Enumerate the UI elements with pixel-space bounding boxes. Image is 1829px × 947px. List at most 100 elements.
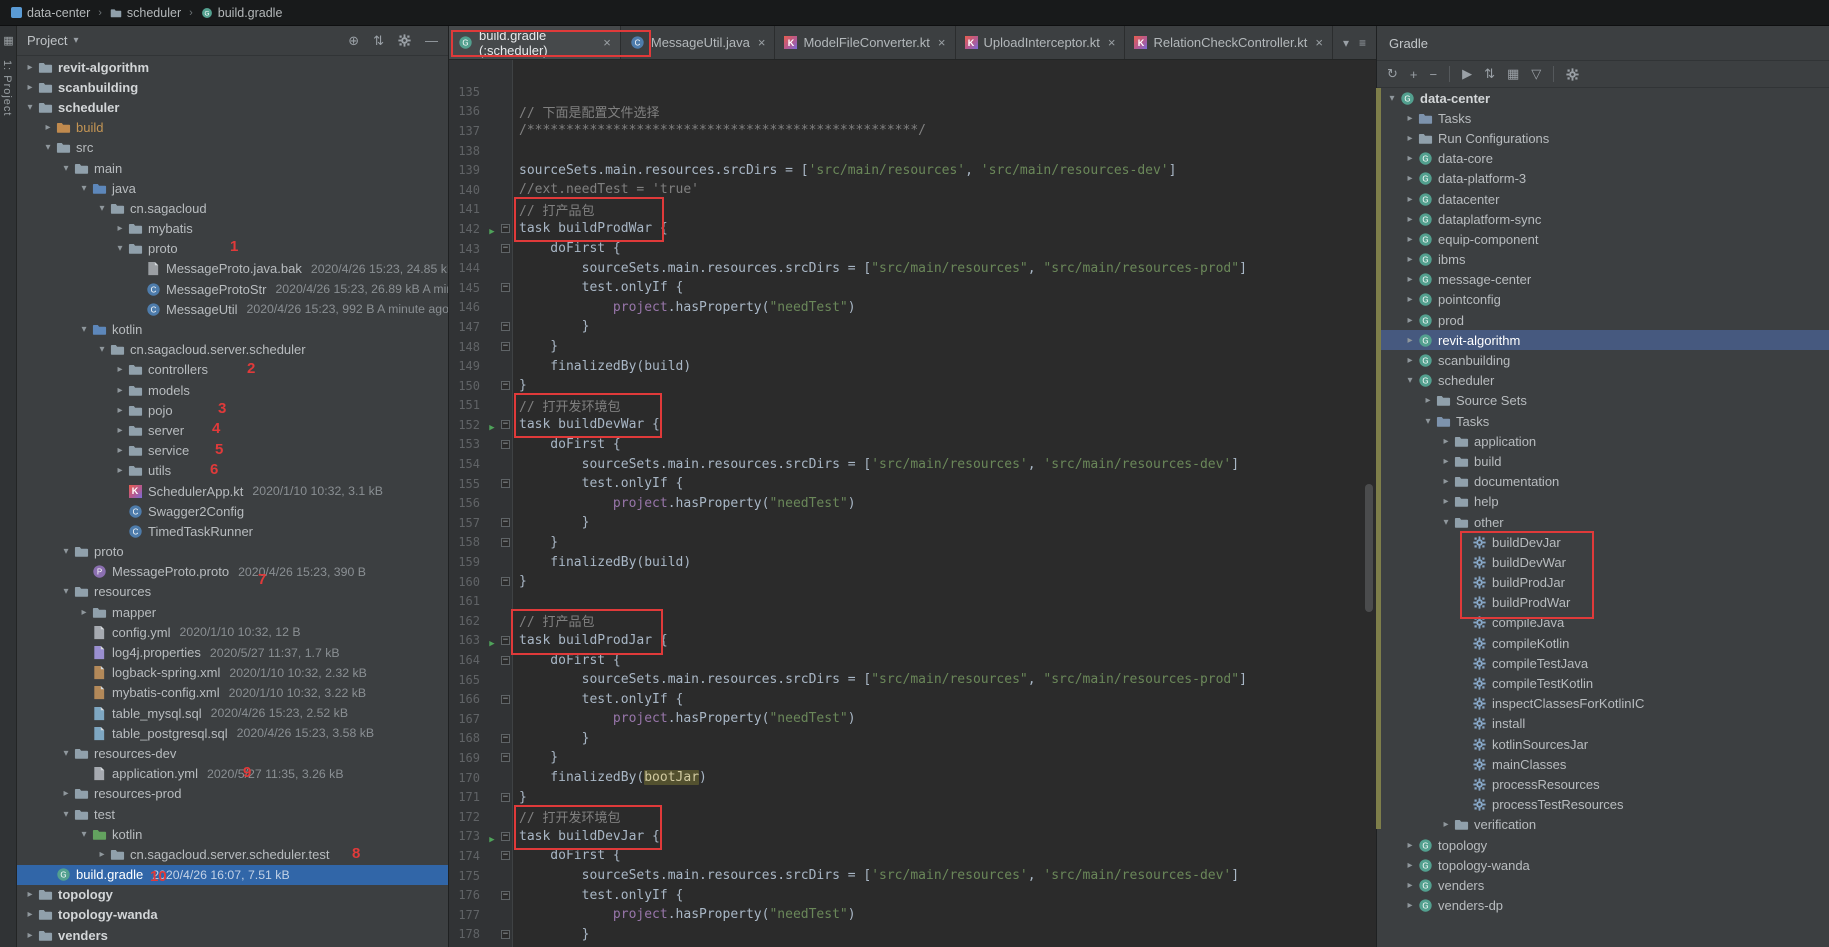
chevron-down-icon[interactable]: ▾ <box>59 748 73 759</box>
gradle-tree-item-buildDevWar[interactable]: buildDevWar <box>1377 552 1829 572</box>
chevron-right-icon[interactable]: ▸ <box>1403 173 1417 184</box>
chevron-down-icon[interactable]: ▾ <box>95 203 109 214</box>
chevron-right-icon[interactable]: ▸ <box>113 465 127 476</box>
code-line-154[interactable]: 154 sourceSets.main.resources.srcDirs = … <box>449 454 1376 474</box>
chevron-right-icon[interactable]: ▸ <box>23 909 37 920</box>
gradle-tree-item-venders[interactable]: ▸Gvenders <box>1377 875 1829 895</box>
project-tree-item-topology[interactable]: ▸topology <box>17 885 448 905</box>
chevron-right-icon[interactable]: ▸ <box>59 788 73 799</box>
chevron-right-icon[interactable]: ▸ <box>1439 436 1453 447</box>
code-line-176[interactable]: 176− test.onlyIf { <box>449 885 1376 905</box>
code-line-177[interactable]: 177 project.hasProperty("needTest") <box>449 905 1376 925</box>
fold-icon[interactable]: − <box>501 753 510 762</box>
project-tree-item-scheduler[interactable]: ▾scheduler <box>17 97 448 117</box>
project-tree-item-resources-dev[interactable]: ▾resources-dev <box>17 743 448 763</box>
fold-icon[interactable]: − <box>501 420 510 429</box>
chevron-right-icon[interactable]: ▸ <box>113 425 127 436</box>
fold-icon[interactable]: − <box>501 518 510 527</box>
run-task-gutter-icon[interactable]: ▶ <box>489 835 494 845</box>
code-line-155[interactable]: 155− test.onlyIf { <box>449 474 1376 494</box>
fold-icon[interactable]: − <box>501 538 510 547</box>
refresh-gradle-icon[interactable]: ↻ <box>1387 66 1398 82</box>
chevron-down-icon[interactable]: ▾ <box>1385 93 1399 104</box>
gradle-tree-item-help[interactable]: ▸help <box>1377 492 1829 512</box>
chevron-right-icon[interactable]: ▸ <box>1403 315 1417 326</box>
chevron-right-icon[interactable]: ▸ <box>1403 274 1417 285</box>
project-tree-item-kotlin[interactable]: ▾kotlin <box>17 319 448 339</box>
gradle-tree-item-buildProdWar[interactable]: buildProdWar <box>1377 593 1829 613</box>
chevron-down-icon[interactable]: ▾ <box>1439 517 1453 528</box>
chevron-down-icon[interactable]: ▾ <box>59 546 73 557</box>
run-task-icon[interactable]: ▶ <box>1462 66 1472 82</box>
gradle-tree-item-dataplatform-sync[interactable]: ▸Gdataplatform-sync <box>1377 209 1829 229</box>
chevron-right-icon[interactable]: ▸ <box>1403 153 1417 164</box>
breadcrumb-item-build.gradle[interactable]: Gbuild.gradle <box>198 5 286 21</box>
gradle-tree-item-processTestResources[interactable]: processTestResources <box>1377 795 1829 815</box>
chevron-right-icon[interactable]: ▸ <box>1439 819 1453 830</box>
chevron-down-icon[interactable]: ▾ <box>77 183 91 194</box>
fold-icon[interactable]: − <box>501 244 510 253</box>
chevron-right-icon[interactable]: ▸ <box>1439 476 1453 487</box>
fold-icon[interactable]: − <box>501 342 510 351</box>
code-line-159[interactable]: 159 finalizedBy(build) <box>449 552 1376 572</box>
chevron-right-icon[interactable]: ▸ <box>113 385 127 396</box>
project-tree-item-resources[interactable]: ▾resources <box>17 582 448 602</box>
chevron-down-icon[interactable]: ▾ <box>41 142 55 153</box>
breadcrumb-item-scheduler[interactable]: scheduler <box>107 5 184 21</box>
gradle-tree-item-scheduler[interactable]: ▾Gscheduler <box>1377 371 1829 391</box>
gradle-tree-item-compileTestKotlin[interactable]: compileTestKotlin <box>1377 673 1829 693</box>
gradle-tree-item-equip-component[interactable]: ▸Gequip-component <box>1377 229 1829 249</box>
gradle-tree-item-documentation[interactable]: ▸documentation <box>1377 472 1829 492</box>
gradle-tree-item-compileKotlin[interactable]: compileKotlin <box>1377 633 1829 653</box>
code-line-136[interactable]: 136// 下面是配置文件选择 <box>449 102 1376 122</box>
collapse-all-icon[interactable]: ⇅ <box>373 33 384 49</box>
project-tree-item-MessageProto.proto[interactable]: PMessageProto.proto2020/4/26 15:23, 390 … <box>17 562 448 582</box>
close-icon[interactable]: × <box>1108 35 1116 50</box>
project-tree-item-topology-wanda[interactable]: ▸topology-wanda <box>17 905 448 925</box>
chevron-right-icon[interactable]: ▸ <box>1403 860 1417 871</box>
chevron-down-icon[interactable]: ▾ <box>77 324 91 335</box>
chevron-right-icon[interactable]: ▸ <box>113 364 127 375</box>
chevron-down-icon[interactable]: ▾ <box>1403 375 1417 386</box>
breadcrumb-item-data-center[interactable]: data-center <box>8 5 93 21</box>
gradle-tree-item-processResources[interactable]: processResources <box>1377 774 1829 794</box>
code-line-158[interactable]: 158− } <box>449 533 1376 553</box>
gradle-tree-item-pointconfig[interactable]: ▸Gpointconfig <box>1377 290 1829 310</box>
project-tree-item-src[interactable]: ▾src <box>17 138 448 158</box>
project-tree-item-service[interactable]: ▸service <box>17 441 448 461</box>
gradle-tree-item-compileJava[interactable]: compileJava <box>1377 613 1829 633</box>
chevron-right-icon[interactable]: ▸ <box>113 445 127 456</box>
chevron-right-icon[interactable]: ▸ <box>113 223 127 234</box>
code-line-169[interactable]: 169− } <box>449 748 1376 768</box>
project-tree-item-test[interactable]: ▾test <box>17 804 448 824</box>
chevron-right-icon[interactable]: ▸ <box>1403 880 1417 891</box>
project-view-selector[interactable]: Project <box>27 33 67 48</box>
project-tree-item-java[interactable]: ▾java <box>17 178 448 198</box>
fold-icon[interactable]: − <box>501 224 510 233</box>
project-tree-item-controllers[interactable]: ▸controllers <box>17 360 448 380</box>
gradle-tree-item-build[interactable]: ▸build <box>1377 451 1829 471</box>
project-tree-item-MessageUtil[interactable]: CMessageUtil2020/4/26 15:23, 992 B A min… <box>17 299 448 319</box>
fold-icon[interactable]: − <box>501 793 510 802</box>
chevron-right-icon[interactable]: ▸ <box>23 889 37 900</box>
fold-icon[interactable]: − <box>501 440 510 449</box>
project-tree-item-venders[interactable]: ▸venders <box>17 925 448 945</box>
project-tree-item-build[interactable]: ▸build <box>17 118 448 138</box>
project-tree-item-cn.sagacloud[interactable]: ▾cn.sagacloud <box>17 198 448 218</box>
chevron-right-icon[interactable]: ▸ <box>1403 234 1417 245</box>
project-tree-item-mapper[interactable]: ▸mapper <box>17 602 448 622</box>
gradle-tree-item-topology[interactable]: ▸Gtopology <box>1377 835 1829 855</box>
chevron-right-icon[interactable]: ▸ <box>23 82 37 93</box>
project-tree-item-Swagger2Config[interactable]: CSwagger2Config <box>17 501 448 521</box>
run-task-gutter-icon[interactable]: ▶ <box>489 423 494 433</box>
chevron-down-icon[interactable]: ▾ <box>23 102 37 113</box>
project-tree-item-server[interactable]: ▸server <box>17 420 448 440</box>
gradle-tree-item-data-platform-3[interactable]: ▸Gdata-platform-3 <box>1377 169 1829 189</box>
fold-icon[interactable]: − <box>501 479 510 488</box>
project-tree-item-kotlin[interactable]: ▾kotlin <box>17 824 448 844</box>
gradle-tree-item-compileTestJava[interactable]: compileTestJava <box>1377 653 1829 673</box>
chevron-down-icon[interactable]: ▾ <box>59 809 73 820</box>
code-line-139[interactable]: 139sourceSets.main.resources.srcDirs = [… <box>449 160 1376 180</box>
gradle-tree-item-Source Sets[interactable]: ▸Source Sets <box>1377 391 1829 411</box>
chevron-right-icon[interactable]: ▸ <box>1421 395 1435 406</box>
